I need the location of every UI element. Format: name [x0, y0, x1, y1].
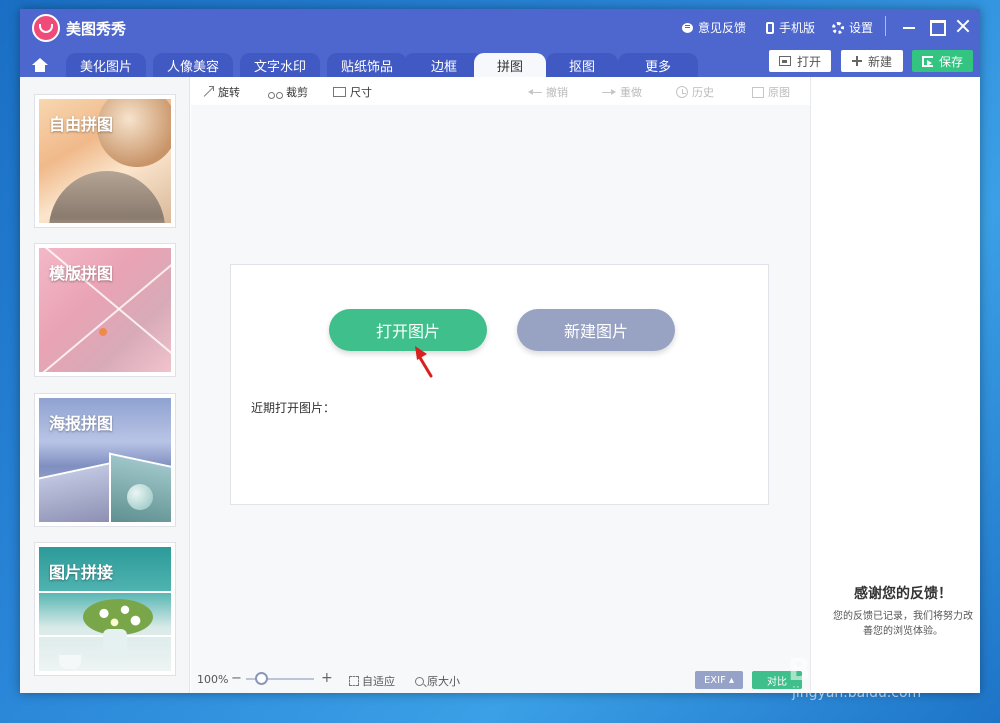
redo-arrow-icon [602, 88, 616, 96]
crop-label: 裁剪 [286, 86, 308, 99]
annotation-arrow-icon [415, 346, 433, 378]
card-label: 海报拼图 [49, 414, 114, 433]
original-tool[interactable]: 原图 [752, 84, 790, 100]
phone-icon [766, 21, 774, 34]
collage-mode-panel: 自由拼图 模版拼图 海报拼图 图片拼接 [20, 77, 190, 693]
tab-label: 抠图 [568, 59, 595, 75]
home-button[interactable] [24, 53, 56, 77]
open-image-button[interactable]: 打开图片 [329, 309, 487, 351]
edit-toolbar: 旋转 裁剪 尺寸 撤销 重做 历史 原图 [190, 77, 810, 105]
image-stitch-card[interactable]: 图片拼接 [34, 542, 176, 676]
title-bar: 美图秀秀 意见反馈 手机版 设置 [20, 9, 980, 47]
original-label: 原图 [768, 86, 790, 99]
zoom-percent: 100% [197, 673, 229, 686]
save-button[interactable]: 保存 [912, 50, 973, 72]
rotate-icon [202, 86, 214, 98]
scissors-icon [268, 86, 283, 99]
save-label: 保存 [938, 54, 963, 69]
tab-text-watermark[interactable]: 文字水印 [240, 53, 320, 77]
size-label: 尺寸 [350, 86, 372, 99]
main-tab-bar: 美化图片 人像美容 文字水印 贴纸饰品 边框 拼图 抠图 更多 [20, 47, 980, 77]
baidu-watermark: Baidu 经验 [788, 653, 963, 688]
start-panel: 打开图片 新建图片 近期打开图片： [230, 264, 769, 505]
settings-label: 设置 [849, 21, 874, 35]
mobile-version-link[interactable]: 手机版 [766, 19, 815, 36]
tab-label: 文字水印 [253, 59, 306, 75]
rotate-label: 旋转 [218, 86, 240, 99]
image-file-icon [778, 56, 791, 66]
app-logo-icon [32, 14, 60, 42]
tab-label: 贴纸饰品 [340, 59, 393, 75]
maximize-icon[interactable] [927, 17, 946, 36]
card-label: 图片拼接 [49, 563, 114, 582]
gear-icon [832, 21, 844, 34]
card-label: 自由拼图 [49, 115, 114, 134]
mobile-label: 手机版 [779, 21, 816, 35]
zoom-slider-handle[interactable] [255, 672, 268, 685]
baidu-watermark-url: jingyan.baidu.com [792, 685, 922, 701]
redo-label: 重做 [620, 86, 642, 99]
titlebar-divider [885, 16, 886, 36]
redo-tool[interactable]: 重做 [602, 84, 642, 100]
template-collage-card[interactable]: 模版拼图 [34, 243, 176, 377]
open-label: 打开 [796, 54, 821, 69]
clock-icon [676, 86, 688, 98]
fit-label: 自适应 [362, 675, 395, 688]
feedback-label: 意见反馈 [698, 21, 747, 35]
tab-beautify[interactable]: 美化图片 [66, 53, 146, 77]
history-label: 历史 [692, 86, 714, 99]
toast-title: 感谢您的反馈！ [854, 586, 952, 602]
new-image-button[interactable]: 新建图片 [517, 309, 675, 351]
tab-portrait[interactable]: 人像美容 [153, 53, 233, 77]
tab-label: 人像美容 [166, 59, 219, 75]
undo-tool[interactable]: 撤销 [528, 84, 568, 100]
tab-frame[interactable]: 边框 [404, 53, 484, 77]
recent-images-label: 近期打开图片： [251, 401, 336, 415]
zoom-out-button[interactable]: − [231, 671, 242, 686]
close-icon[interactable] [954, 17, 972, 35]
history-tool[interactable]: 历史 [676, 84, 714, 100]
original-size-button[interactable]: 原大小 [415, 673, 460, 689]
status-bar: 100% − + 自适应 原大小 EXIF ▴ 对比 [191, 665, 810, 693]
exif-button[interactable]: EXIF ▴ [695, 671, 743, 689]
tab-label: 更多 [644, 59, 671, 75]
size-tool[interactable]: 尺寸 [333, 84, 372, 100]
magnifier-icon [415, 676, 424, 686]
card-label: 模版拼图 [49, 264, 114, 283]
free-collage-card[interactable]: 自由拼图 [34, 94, 176, 228]
toast-message: 您的反馈已记录，我们将努力改善您的浏览体验。 [833, 611, 973, 637]
tab-more[interactable]: 更多 [618, 53, 698, 77]
app-window: 美图秀秀 意见反馈 手机版 设置 美化图片 人像美容 文字水印 贴纸饰品 边框 … [20, 9, 980, 701]
tab-collage[interactable]: 拼图 [474, 53, 546, 77]
poster-collage-card[interactable]: 海报拼图 [34, 393, 176, 527]
chat-bubble-icon [682, 22, 693, 33]
undo-arrow-icon [528, 88, 542, 96]
original-size-label: 原大小 [427, 675, 460, 688]
fit-icon [349, 676, 359, 686]
tab-label: 拼图 [496, 59, 523, 75]
fit-to-window-button[interactable]: 自适应 [349, 673, 395, 689]
resize-icon [333, 87, 346, 97]
undo-label: 撤销 [546, 86, 568, 99]
new-label: 新建 [867, 54, 892, 69]
image-icon [752, 86, 764, 98]
open-button[interactable]: 打开 [769, 50, 831, 72]
minimize-icon[interactable] [900, 17, 918, 35]
rotate-tool[interactable]: 旋转 [202, 84, 240, 100]
new-button[interactable]: 新建 [841, 50, 903, 72]
crop-tool[interactable]: 裁剪 [268, 84, 308, 100]
export-icon [921, 55, 933, 67]
app-title: 美图秀秀 [66, 20, 127, 38]
tab-cutout[interactable]: 抠图 [546, 53, 618, 77]
plus-icon [851, 56, 862, 66]
feedback-link[interactable]: 意见反馈 [682, 19, 746, 36]
settings-link[interactable]: 设置 [832, 19, 873, 36]
tab-label: 边框 [430, 59, 457, 75]
tab-stickers[interactable]: 贴纸饰品 [327, 53, 407, 77]
home-icon [32, 57, 48, 72]
tab-label: 美化图片 [79, 59, 132, 75]
zoom-in-button[interactable]: + [321, 670, 333, 686]
